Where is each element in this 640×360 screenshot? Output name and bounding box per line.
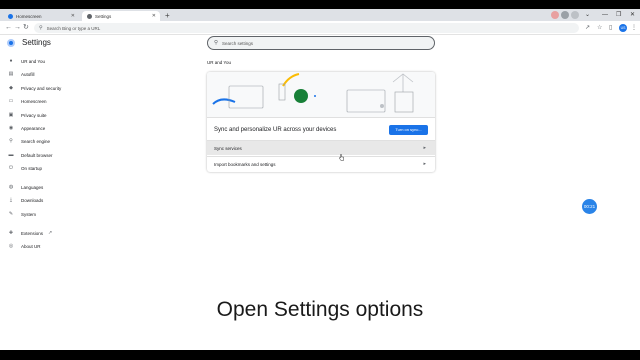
side-panel-icon[interactable]: ▯ [609,24,612,32]
recording-timer: 00:21 [582,199,597,214]
sidebar-item-homescreen[interactable]: ▭ Homescreen [8,97,47,105]
sidebar-item-on-startup[interactable]: ⏻ On startup [8,164,42,172]
search-placeholder: Search settings [222,40,254,46]
toolbar: ← → ↻ ⚲ Search Bing or type a URL ↗ ☆ ▯ … [0,21,640,35]
tab-search-icon[interactable]: ⌄ [585,10,590,20]
sidebar-item-extensions[interactable]: ✚ Extensions ↗ [8,229,52,237]
address-bar[interactable]: ⚲ Search Bing or type a URL [34,23,579,33]
row-label: Sync services [214,145,242,151]
minimize-icon[interactable]: — [602,10,608,20]
star-icon[interactable]: ☆ [597,24,602,32]
import-bookmarks-row[interactable]: Import bookmarks and settings ▸ [207,156,435,171]
new-tab-button[interactable]: + [165,11,170,20]
sidebar-item-label: Search engine [21,138,51,144]
sidebar-item-privacy-security[interactable]: ◆ Privacy and security [8,84,61,92]
palette-icon: ◉ [8,125,14,131]
maximize-icon[interactable]: ❐ [616,10,621,20]
forward-icon[interactable]: → [14,23,21,32]
sidebar-item-label: Downloads [21,197,44,203]
sidebar-item-downloads[interactable]: ⤓ Downloads [8,196,43,204]
sidebar-item-label: Extensions [21,230,44,236]
profile-guest-icon[interactable] [571,11,579,19]
sidebar-item-about[interactable]: ◎ About UR [8,242,41,250]
sidebar-item-default-browser[interactable]: ▬ Default browser [8,151,53,159]
person-icon: ● [9,58,13,64]
ur-logo-icon: ◎ [8,243,14,249]
sidebar-item-label: Homescreen [21,98,47,104]
sidebar-item-label: System [21,211,37,217]
close-window-icon[interactable]: ✕ [630,10,635,20]
search-icon: ⚲ [9,138,13,144]
external-link-icon: ↗ [48,230,53,236]
shield-icon: ◆ [9,85,13,91]
settings-favicon-icon [87,13,92,19]
hand-cursor-icon [339,154,344,161]
address-placeholder: Search Bing or type a URL [46,25,101,31]
search-icon: ⚲ [39,25,43,31]
tab-homescreen[interactable]: Homescreen ✕ [3,11,79,21]
tab-label: Homescreen [16,13,42,19]
homescreen-icon: ▭ [8,98,14,104]
back-icon[interactable]: ← [5,23,12,32]
globe-icon: ◍ [8,184,14,190]
sidebar-item-label: Autofill [21,71,35,77]
tab-label: Settings [95,13,112,19]
ur-logo-icon [7,39,15,47]
sync-card: Sync and personalize UR across your devi… [207,72,435,172]
chevron-right-icon: ▸ [423,145,426,151]
tab-strip: Homescreen ✕ Settings ✕ + ⌄ — ❐ ✕ [0,9,640,21]
homescreen-favicon-icon [8,13,13,19]
power-icon: ⏻ [9,165,13,171]
row-label: Import bookmarks and settings [214,161,276,167]
sidebar-item-ur-and-you[interactable]: ● UR and You [8,57,45,65]
turn-on-sync-button[interactable]: Turn on sync... [389,125,428,135]
profile-icon[interactable] [561,11,569,19]
tab-settings[interactable]: Settings ✕ [82,11,160,21]
sidebar-item-label: UR and You [21,58,46,64]
puzzle-icon: ✚ [8,230,14,236]
close-tab-icon[interactable]: ✕ [71,13,75,19]
sidebar-item-system[interactable]: ✎ System [8,210,36,218]
sidebar-item-label: Privacy and security [21,85,62,91]
caption: Open Settings options [216,298,424,321]
chevron-right-icon: ▸ [423,161,426,167]
sync-heading: Sync and personalize UR across your devi… [214,127,337,133]
sidebar-item-label: On startup [21,165,43,171]
sidebar-item-search-engine[interactable]: ⚲ Search engine [8,137,50,145]
sync-illustration [207,72,435,118]
sidebar-item-autofill[interactable]: ▤ Autofill [8,70,35,78]
reload-icon[interactable]: ↻ [23,23,29,32]
sidebar-item-label: About UR [21,243,41,249]
menu-icon[interactable]: ⋮ [631,24,637,32]
close-tab-icon[interactable]: ✕ [152,13,156,19]
sidebar-item-label: Default browser [21,152,53,158]
section-title: UR and You [207,60,232,65]
share-icon[interactable]: ↗ [585,24,590,32]
download-icon: ⤓ [9,197,13,203]
sidebar-item-label: Privacy suite [21,112,47,118]
sidebar-item-privacy-suite[interactable]: ▣ Privacy suite [8,111,47,119]
browser-icon: ▬ [8,152,14,158]
sidebar-item-label: Appearance [21,125,46,131]
avatar[interactable]: US [619,24,627,32]
wrench-icon: ✎ [8,211,14,217]
sidebar-item-label: Languages [21,184,44,190]
sidebar-item-languages[interactable]: ◍ Languages [8,183,43,191]
search-settings-input[interactable]: ⚲ Search settings [207,36,435,50]
autofill-icon: ▤ [8,71,14,77]
page-title: Settings [22,38,51,47]
sync-services-row[interactable]: Sync services ▸ [207,140,435,155]
sidebar-item-appearance[interactable]: ◉ Appearance [8,124,45,132]
video-frame: Homescreen ✕ Settings ✕ + ⌄ — ❐ ✕ ← → ↻ … [0,0,640,360]
profile-face-icon[interactable] [551,11,559,19]
privacy-suite-icon: ▣ [8,112,14,118]
search-icon: ⚲ [214,40,219,46]
